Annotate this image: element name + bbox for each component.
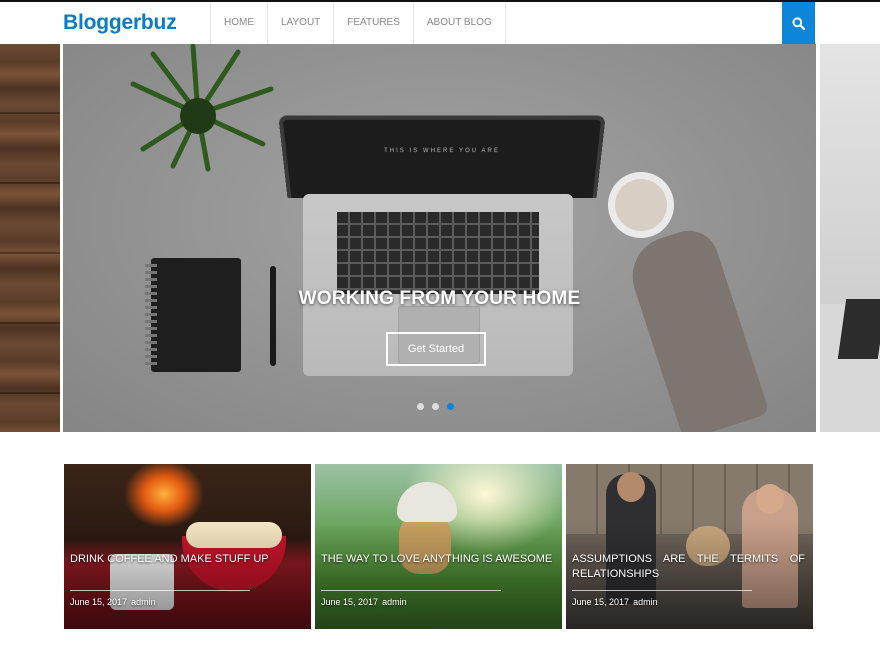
notebook-image <box>145 258 241 372</box>
post-card[interactable]: ASSUMPTIONS ARE THE TERMITS OF RELATIONS… <box>566 464 813 629</box>
coffee-cup-image <box>608 172 674 238</box>
post-author[interactable]: admin <box>131 597 156 607</box>
current-slide: THIS IS WHERE YOU ARE WORKING FROM YOUR … <box>63 44 816 432</box>
next-slide-peek[interactable] <box>820 44 880 432</box>
main-nav: HOME LAYOUT FEATURES ABOUT BLOG <box>210 2 506 44</box>
post-card[interactable]: THE WAY TO LOVE ANYTHING IS AWESOME June… <box>315 464 562 629</box>
nav-item-home[interactable]: HOME <box>210 2 267 44</box>
post-meta: June 15, 2017 admin <box>321 597 411 607</box>
slider-dot-2[interactable] <box>432 403 439 410</box>
post-title[interactable]: ASSUMPTIONS ARE THE TERMITS OF RELATIONS… <box>572 552 805 582</box>
pen-image <box>270 266 276 366</box>
post-meta: June 15, 2017 admin <box>70 597 160 607</box>
screen-text: THIS IS WHERE YOU ARE <box>383 148 501 155</box>
post-date[interactable]: June 15, 2017 <box>321 597 378 607</box>
get-started-button[interactable]: Get Started <box>386 332 486 366</box>
divider <box>321 590 501 591</box>
search-icon <box>792 16 805 30</box>
post-title[interactable]: DRINK COFFEE AND MAKE STUFF UP <box>70 552 303 567</box>
post-author[interactable]: admin <box>633 597 658 607</box>
post-author[interactable]: admin <box>382 597 407 607</box>
divider <box>70 590 250 591</box>
slider-dot-3[interactable] <box>447 403 454 410</box>
site-logo[interactable]: Bloggerbuz <box>63 11 177 35</box>
slider-pagination <box>417 403 454 410</box>
plant-image <box>130 44 274 172</box>
site-header: Bloggerbuz HOME LAYOUT FEATURES ABOUT BL… <box>0 2 880 44</box>
post-meta: June 15, 2017 admin <box>572 597 662 607</box>
post-date[interactable]: June 15, 2017 <box>70 597 127 607</box>
search-button[interactable] <box>782 2 815 44</box>
previous-slide-peek[interactable] <box>0 44 60 432</box>
slider-dot-1[interactable] <box>417 403 424 410</box>
post-card[interactable]: DRINK COFFEE AND MAKE STUFF UP June 15, … <box>64 464 311 629</box>
post-date[interactable]: June 15, 2017 <box>572 597 629 607</box>
nav-item-about-blog[interactable]: ABOUT BLOG <box>412 2 506 44</box>
post-title[interactable]: THE WAY TO LOVE ANYTHING IS AWESOME <box>321 552 554 567</box>
slide-title: WORKING FROM YOUR HOME <box>298 288 581 309</box>
featured-posts: DRINK COFFEE AND MAKE STUFF UP June 15, … <box>64 464 814 629</box>
divider <box>572 590 752 591</box>
nav-item-layout[interactable]: LAYOUT <box>267 2 333 44</box>
laptop-screen-image: THIS IS WHERE YOU ARE <box>278 115 606 198</box>
nav-item-features[interactable]: FEATURES <box>333 2 413 44</box>
hero-slider[interactable]: THIS IS WHERE YOU ARE WORKING FROM YOUR … <box>0 44 880 432</box>
